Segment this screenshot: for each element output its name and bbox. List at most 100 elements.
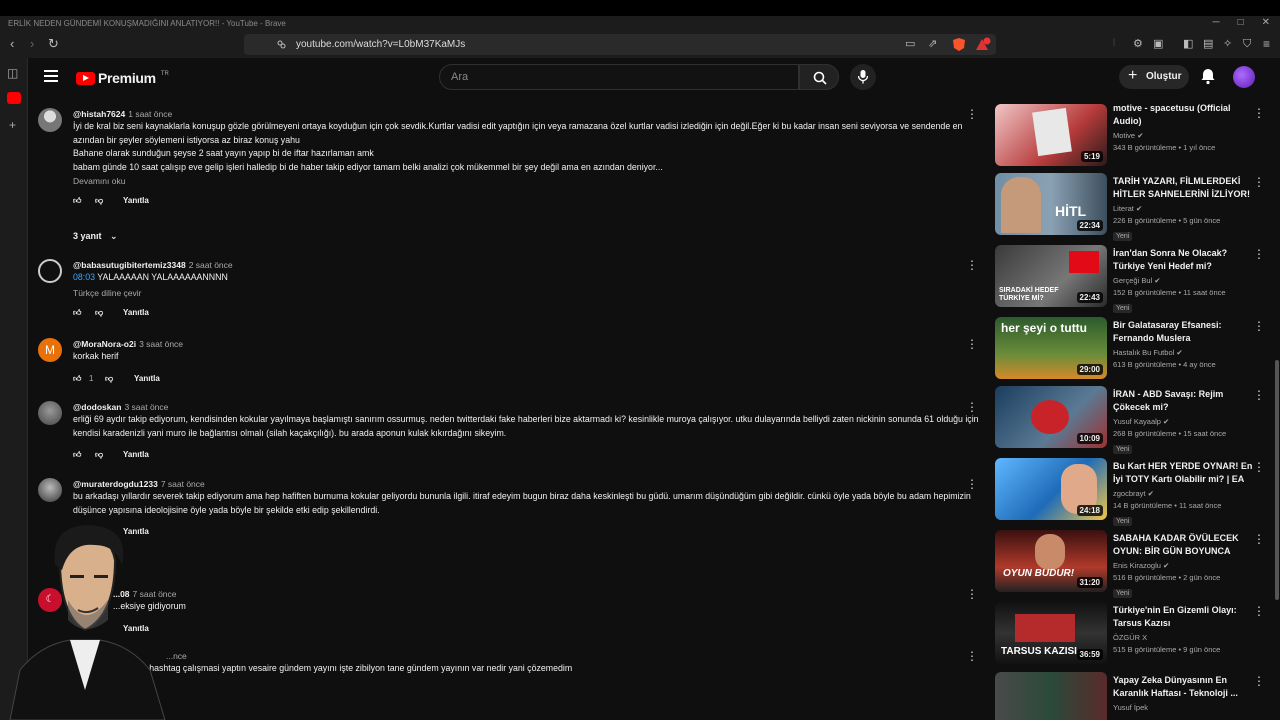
video-thumbnail[interactable]: SIRADAKİ HEDEF TÜRKİYE Mİ? 22:43	[995, 245, 1107, 307]
like-icon[interactable]: 👍︎	[73, 308, 81, 318]
read-more-link[interactable]: Devamını oku	[73, 176, 985, 186]
commenter-avatar[interactable]	[38, 401, 62, 425]
url-text[interactable]: youtube.com/watch?v=L0bM37KaMJs	[296, 39, 465, 50]
comment-menu-icon[interactable]: ⋮	[966, 588, 978, 606]
comment-menu-icon[interactable]: ⋮	[966, 259, 978, 277]
minimize-icon[interactable]: ─	[1212, 17, 1219, 28]
channel-name[interactable]: ÖZGÜR X	[1113, 633, 1147, 642]
video-thumbnail[interactable]: 24:18	[995, 458, 1107, 520]
related-video-item[interactable]: SIRADAKİ HEDEF TÜRKİYE Mİ? 22:43 İran'da…	[995, 245, 1275, 313]
tabs-panel-icon[interactable]: ◫	[7, 66, 18, 80]
channel-name[interactable]: Yusuf İpek	[1113, 703, 1148, 712]
address-bar[interactable]: youtube.com/watch?v=L0bM37KaMJs	[244, 34, 996, 55]
channel-name[interactable]: Hastalık Bu Futbol	[1113, 348, 1174, 357]
reply-button[interactable]: Yanıtla	[123, 450, 149, 459]
comment-author[interactable]: @histah7624	[73, 109, 125, 119]
related-video-item[interactable]: OYUN BUDUR! 31:20 SABAHA KADAR ÖVÜLECEK …	[995, 530, 1275, 598]
dislike-icon[interactable]: 👎︎	[105, 374, 113, 384]
commenter-avatar[interactable]	[38, 478, 62, 502]
screenshot-icon[interactable]: ▣	[1153, 37, 1163, 51]
dislike-icon[interactable]: 👎︎	[95, 196, 103, 206]
close-icon[interactable]: ✕	[1262, 17, 1270, 28]
video-title[interactable]: Yapay Zeka Dünyasının En Karanlık Haftas…	[1113, 674, 1253, 700]
related-video-item[interactable]: TARSUS KAZISI 36:59 Türkiye'nin En Gizem…	[995, 602, 1275, 668]
related-video-item[interactable]: 5:19 motive - spacetusu (Official Audio)…	[995, 103, 1275, 170]
site-settings-icon[interactable]	[276, 39, 287, 50]
guide-menu-icon[interactable]	[44, 70, 58, 82]
video-title[interactable]: Türkiye'nin En Gizemli Olayı: Tarsus Kaz…	[1113, 604, 1253, 630]
channel-name[interactable]: Gerçeği Bul	[1113, 276, 1152, 285]
youtube-tab-icon[interactable]	[7, 92, 21, 104]
view-replies-button[interactable]: 3 yanıt ⌄	[73, 231, 118, 242]
related-video-item[interactable]: 10:09 İRAN - ABD Savaşı: Rejim Çökecek m…	[995, 386, 1275, 454]
youtube-premium-logo[interactable]: Premium TR	[76, 70, 169, 86]
cast-icon[interactable]: ▭	[905, 37, 915, 51]
related-video-item[interactable]: HİTL 22:34 TARİH YAZARI, FİLMLERDEKİ HİT…	[995, 173, 1275, 241]
video-thumbnail[interactable]: OYUN BUDUR! 31:20	[995, 530, 1107, 592]
like-icon[interactable]: 👍︎	[73, 374, 81, 384]
comment-author[interactable]: @MoraNora-o2i	[73, 339, 136, 349]
brave-shields-icon[interactable]	[952, 37, 966, 52]
reload-icon[interactable]: ↻	[48, 37, 59, 51]
comment-time[interactable]: 3 saat önce	[124, 402, 168, 412]
dislike-icon[interactable]: 👎︎	[95, 308, 103, 318]
comment-menu-icon[interactable]: ⋮	[966, 650, 978, 668]
comment-time[interactable]: 3 saat önce	[139, 339, 183, 349]
comment-menu-icon[interactable]: ⋮	[966, 401, 978, 419]
like-icon[interactable]: 👍︎	[73, 196, 81, 206]
maximize-icon[interactable]: □	[1238, 17, 1244, 28]
comment-menu-icon[interactable]: ⋮	[966, 108, 978, 126]
video-menu-icon[interactable]: ⋮	[1253, 604, 1265, 618]
video-thumbnail[interactable]: her şeyi o tuttu 29:00	[995, 317, 1107, 379]
channel-name[interactable]: zgocbrayt	[1113, 489, 1146, 498]
sidebar-toggle-icon[interactable]: ◧	[1183, 37, 1193, 51]
related-video-item[interactable]: her şeyi o tuttu 29:00 Bir Galatasaray E…	[995, 317, 1275, 383]
create-button[interactable]: + Oluştur	[1119, 65, 1189, 89]
dislike-icon[interactable]: 👎︎	[95, 450, 103, 460]
video-menu-icon[interactable]: ⋮	[1253, 388, 1265, 402]
reply-button[interactable]: Yanıtla	[134, 374, 160, 383]
channel-name[interactable]: Yusuf Kayaalp	[1113, 417, 1161, 426]
comment-menu-icon[interactable]: ⋮	[966, 478, 978, 496]
video-menu-icon[interactable]: ⋮	[1253, 319, 1265, 333]
comment-time[interactable]: 7 saat önce	[161, 479, 205, 489]
video-title[interactable]: SABAHA KADAR ÖVÜLECEK OYUN: BİR GÜN BOYU…	[1113, 532, 1253, 558]
related-video-item[interactable]: Yapay Zeka Dünyasının En Karanlık Haftas…	[995, 672, 1275, 720]
vpn-icon[interactable]: ⛉	[1243, 37, 1251, 51]
video-title[interactable]: Bir Galatasaray Efsanesi: Fernando Musle…	[1113, 319, 1253, 345]
channel-name[interactable]: Literat	[1113, 204, 1134, 213]
video-timestamp-link[interactable]: 08:03	[73, 272, 95, 282]
comment-author[interactable]: @dodoskan	[73, 402, 121, 412]
video-title[interactable]: İRAN - ABD Savaşı: Rejim Çökecek mi?	[1113, 388, 1253, 414]
video-menu-icon[interactable]: ⋮	[1253, 532, 1265, 546]
related-video-item[interactable]: 24:18 Bu Kart HER YERDE OYNAR! En İyi TO…	[995, 458, 1275, 526]
video-title[interactable]: TARİH YAZARI, FİLMLERDEKİ HİTLER SAHNELE…	[1113, 175, 1253, 201]
video-menu-icon[interactable]: ⋮	[1253, 175, 1265, 189]
page-scrollbar[interactable]	[1275, 360, 1279, 600]
comment-time[interactable]: 2 saat önce	[189, 260, 233, 270]
wallet-icon[interactable]: ▤	[1203, 37, 1213, 51]
menu-icon[interactable]: ≡	[1263, 37, 1270, 51]
video-menu-icon[interactable]: ⋮	[1253, 674, 1265, 688]
reply-button[interactable]: Yanıtla	[123, 196, 149, 205]
like-icon[interactable]: 👍︎	[73, 450, 81, 460]
voice-search-button[interactable]	[850, 64, 876, 90]
brave-rewards-icon[interactable]	[975, 37, 991, 52]
commenter-avatar[interactable]	[38, 108, 62, 132]
new-tab-icon[interactable]: +	[9, 118, 16, 132]
leo-ai-icon[interactable]: ✧	[1223, 37, 1232, 51]
comment-author[interactable]: @babasutugibitertemiz3348	[73, 260, 186, 270]
video-thumbnail[interactable]: 10:09	[995, 386, 1107, 448]
video-thumbnail[interactable]: HİTL 22:34	[995, 173, 1107, 235]
translate-link[interactable]: Türkçe diline çevir	[73, 288, 985, 298]
search-input[interactable]: Ara	[439, 64, 799, 90]
search-button[interactable]	[799, 64, 839, 90]
reply-button[interactable]: Yanıtla	[123, 308, 149, 317]
comment-time[interactable]: 1 saat önce	[128, 109, 172, 119]
notifications-bell-icon[interactable]	[1198, 66, 1218, 86]
video-menu-icon[interactable]: ⋮	[1253, 460, 1265, 474]
comment-menu-icon[interactable]: ⋮	[966, 338, 978, 356]
share-icon[interactable]: ⇗	[928, 37, 937, 51]
video-menu-icon[interactable]: ⋮	[1253, 247, 1265, 261]
video-thumbnail[interactable]: 5:19	[995, 104, 1107, 166]
